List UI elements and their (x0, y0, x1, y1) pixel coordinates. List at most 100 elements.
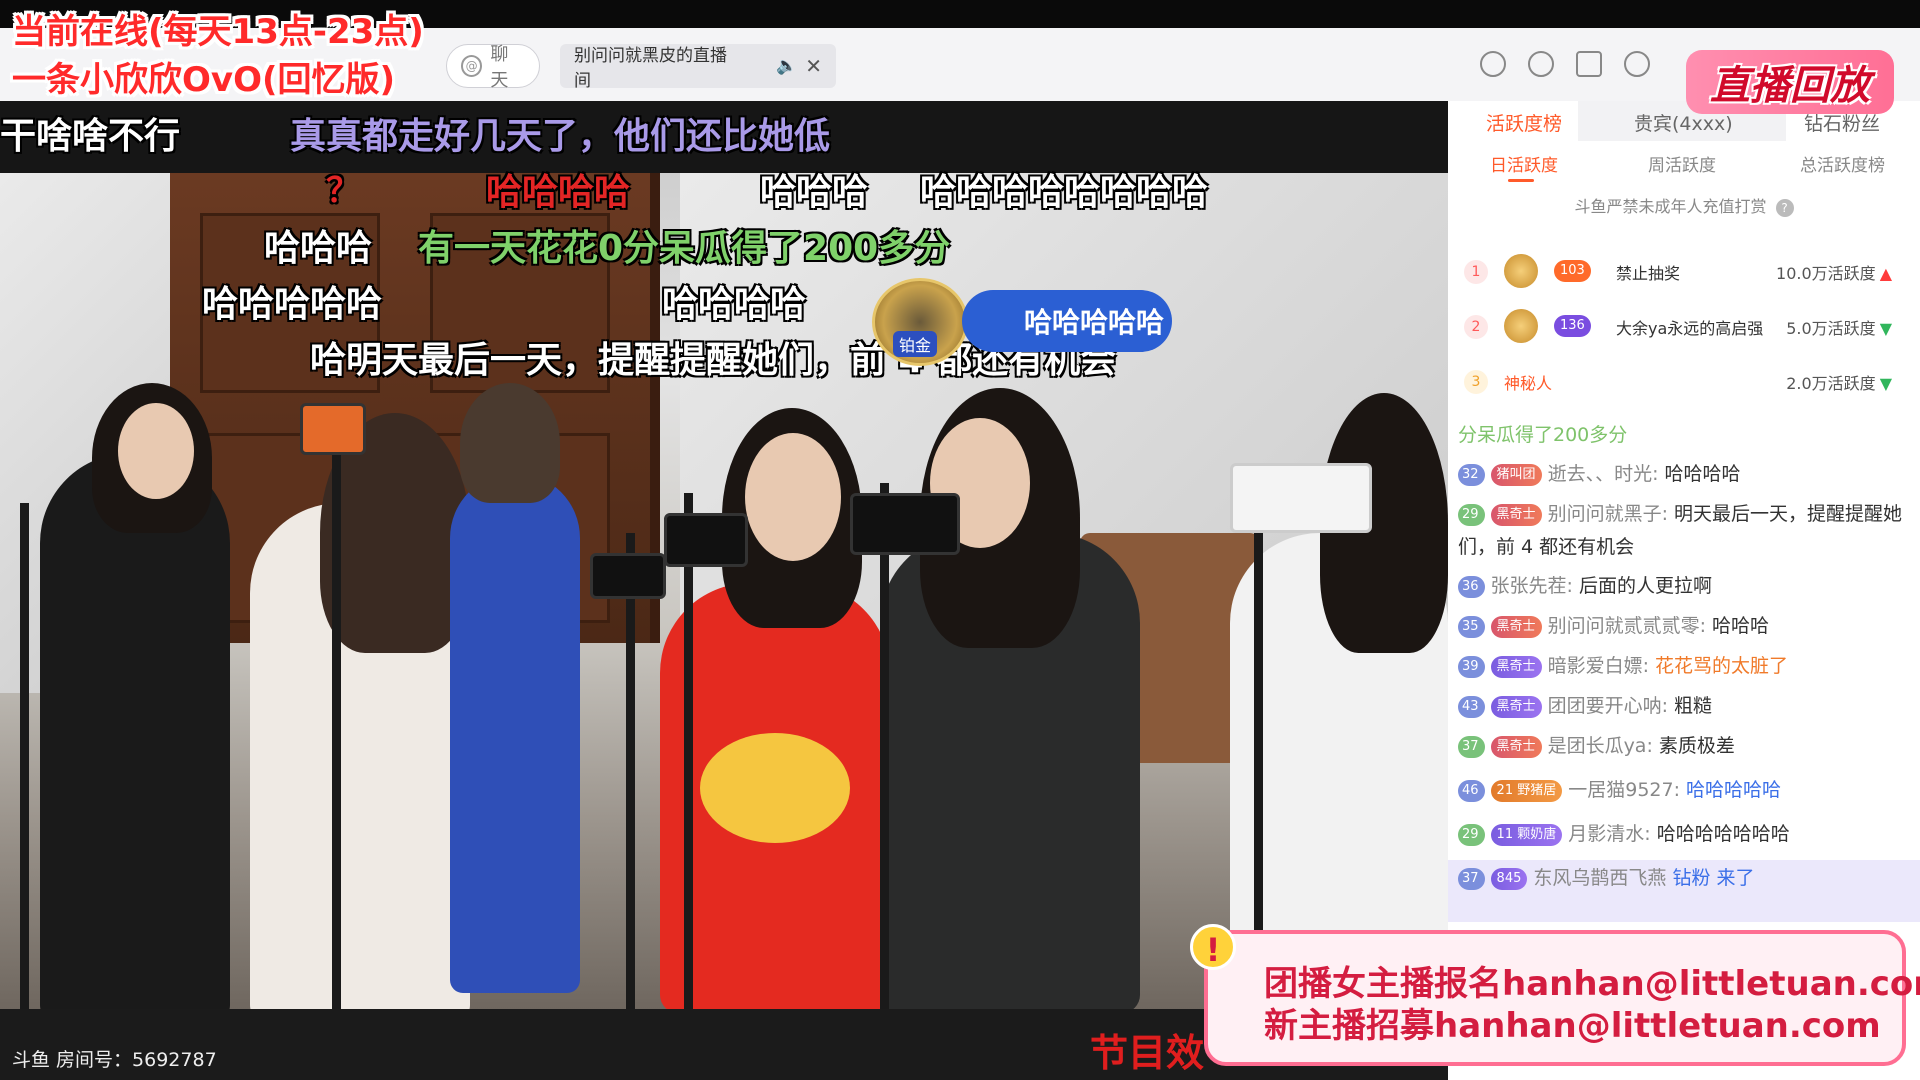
phone (850, 493, 960, 555)
rank-row[interactable]: 3 神秘人 2.0万活跃度 ▼ (1448, 358, 1920, 408)
chat-username[interactable]: 是团长瓜ya: (1548, 735, 1653, 757)
chat-text: 哈哈哈哈哈哈哈 (1656, 823, 1790, 845)
user-level: 39 (1458, 655, 1485, 678)
chat-username[interactable]: 别问问就黑子: (1548, 503, 1668, 525)
chat-username[interactable]: 团团要开心呐: (1548, 695, 1668, 717)
speaker-icon[interactable]: 🔈 (776, 56, 797, 76)
danmaku: 哈哈哈哈哈 (202, 284, 383, 325)
user-level: 46 (1458, 779, 1485, 802)
rank-name: 大余ya永远的高启强 (1616, 319, 1764, 338)
tab-live-room[interactable]: 别问问就黑皮的直播间 🔈 ✕ (560, 44, 836, 91)
fan-badge: 11 颗奶唐 (1490, 823, 1563, 846)
person (450, 473, 580, 993)
danmaku: 有一天花花0分呆瓜得了200多分 (418, 228, 951, 269)
vip-danmaku: 哈哈哈哈哈 (962, 290, 1172, 352)
phone (664, 513, 748, 567)
user-level: 35 (1458, 615, 1485, 638)
chat-message: 32 猪叫团 逝去、、时光: 哈哈哈哈 (1458, 458, 1908, 491)
chat-username[interactable]: 月影清水: (1568, 823, 1650, 845)
platinum-badge-icon: 铂金 (872, 278, 968, 366)
chat-username[interactable]: 逝去、、时光: (1548, 463, 1659, 485)
chat-text: 哈哈哈哈哈 (1686, 779, 1782, 801)
danmaku: 哈哈哈哈 (486, 172, 631, 213)
side-panel: 活跃度榜 贵宾(4xxx) 钻石粉丝 日活跃度 周活跃度 总活跃度榜 斗鱼严禁未… (1448, 28, 1920, 1080)
fan-badge: 845 (1490, 867, 1528, 890)
tab-room-label: 别问问就黑皮的直播间 (574, 46, 727, 91)
fan-badge: 黑奇士 (1490, 655, 1542, 678)
chat-text: 花花骂的太脏了 (1655, 655, 1789, 677)
tab-chat-label: 聊天 (490, 44, 509, 91)
chat-list[interactable]: 分呆瓜得了200多分 32 猪叫团 逝去、、时光: 哈哈哈哈 29 黑奇士 别问问就黑子… (1448, 420, 1920, 922)
rank-subtabs: 日活跃度 周活跃度 总活跃度榜 (1448, 145, 1920, 185)
recruit-banner: ! 团播女主播报名hanhan@littletuan.com 新主播招募hanh… (1190, 924, 1920, 1066)
face (118, 403, 194, 499)
level-badge: 136 (1554, 315, 1591, 337)
shirt-print (700, 733, 850, 843)
phone (1230, 463, 1372, 533)
tab-activity-rank[interactable]: 活跃度榜 (1486, 109, 1562, 136)
chat-message: 46 21 野猪居 一居猫9527: 哈哈哈哈哈 (1458, 774, 1908, 807)
chat-message: 29 黑奇士 别问问就黑子: 明天最后一天，提醒提醒她们，前 4 都还有机会 (1458, 498, 1908, 564)
trend-up-icon: ▲ (1879, 264, 1892, 283)
help-icon[interactable]: ? (1775, 199, 1794, 217)
danmaku: 真真都走好几天了，他们还比她低 (290, 107, 830, 159)
chat-message: 37 黑奇士 是团长瓜ya: 素质极差 (1458, 730, 1908, 763)
chat-text: 粗糙 (1674, 695, 1713, 717)
fan-badge: 21 野猪居 (1490, 779, 1563, 802)
user-level: 37 (1458, 867, 1485, 890)
close-icon[interactable]: ✕ (805, 54, 822, 78)
chat-username[interactable]: 暗影爱白嫖: (1548, 655, 1649, 677)
vip-badge-label: 铂金 (893, 331, 938, 357)
more-icon[interactable] (1624, 51, 1650, 77)
ring-light-phone (300, 403, 366, 455)
rank-number: 3 (1464, 370, 1488, 394)
tab-chat[interactable]: @ 聊天 (446, 44, 540, 91)
phone-stand (20, 503, 29, 1009)
calendar-icon[interactable] (1576, 51, 1602, 77)
chat-username[interactable]: 别问问就贰贰贰零: (1548, 615, 1706, 637)
user-level: 29 (1458, 503, 1485, 526)
enter-notice: 37 845 东风乌鹊西飞燕 钻粉 来了 (1458, 862, 1908, 895)
heart-icon[interactable] (1528, 51, 1554, 77)
history-icon[interactable] (1480, 51, 1506, 77)
face (745, 433, 841, 561)
rank-number: 1 (1464, 260, 1488, 284)
chat-message: 35 黑奇士 别问问就贰贰贰零: 哈哈哈 (1458, 610, 1908, 643)
rank-score: 5.0万活跃度 ▼ (1786, 319, 1892, 338)
chat-message-partial: 分呆瓜得了200多分 (1458, 424, 1628, 446)
subtab-total[interactable]: 总活跃度榜 (1800, 151, 1885, 176)
video-stream[interactable]: 干啥啥不行 真真都走好几天了，他们还比她低 ？ 哈哈哈哈 哈哈哈 哈哈哈哈哈哈哈… (0, 101, 1448, 1009)
danmaku: 哈哈哈哈 (662, 284, 807, 325)
fan-badge: 黑奇士 (1490, 695, 1542, 718)
rank-row[interactable]: 2 136 大余ya永远的高启强 5.0万活跃度 ▼ (1448, 303, 1920, 353)
danmaku: 哈哈哈哈哈哈哈哈 (920, 172, 1209, 213)
chat-username[interactable]: 东风乌鹊西飞燕 (1533, 867, 1666, 889)
chat-message: 43 黑奇士 团团要开心呐: 粗糙 (1458, 690, 1908, 723)
avatar (1504, 309, 1538, 343)
trend-down-icon: ▼ (1879, 319, 1892, 338)
level-badge: 103 (1554, 260, 1591, 282)
user-level: 29 (1458, 823, 1485, 846)
subtab-weekly[interactable]: 周活跃度 (1648, 151, 1716, 176)
chat-text: 哈哈哈哈 (1664, 463, 1741, 485)
chat-username[interactable]: 张张先茬: (1491, 575, 1573, 597)
chat-text: 素质极差 (1658, 735, 1735, 757)
rank-row[interactable]: 1 103 禁止抽奖 10.0万活跃度 ▲ (1448, 248, 1920, 298)
replay-badge: 直播回放 (1686, 50, 1894, 114)
user-level: 43 (1458, 695, 1485, 718)
subtab-indicator (1508, 179, 1534, 182)
phone (590, 553, 666, 599)
danmaku: 干啥啥不行 (0, 116, 181, 157)
chat-message: 36 张张先茬: 后面的人更拉啊 (1458, 570, 1908, 603)
user-level: 32 (1458, 463, 1485, 486)
chat-username[interactable]: 一居猫9527: (1568, 779, 1680, 801)
phone-stand (684, 493, 693, 1009)
phone-stand (880, 483, 889, 1009)
room-number: 斗鱼 房间号：5692787 (12, 1049, 217, 1071)
rank-score: 2.0万活跃度 ▼ (1786, 374, 1892, 393)
screen: @ 聊天 别问问就黑皮的直播间 🔈 ✕ 干啥啥不行 真真都走好几天了，他们还比她… (0, 0, 1920, 1080)
subtab-daily[interactable]: 日活跃度 (1490, 151, 1558, 176)
overlay-title-line2: 一条小欣欣OvO(回忆版) (12, 60, 396, 100)
banner-line2: 新主播招募hanhan@littletuan.com (1264, 1006, 1881, 1046)
fan-badge: 黑奇士 (1490, 735, 1542, 758)
